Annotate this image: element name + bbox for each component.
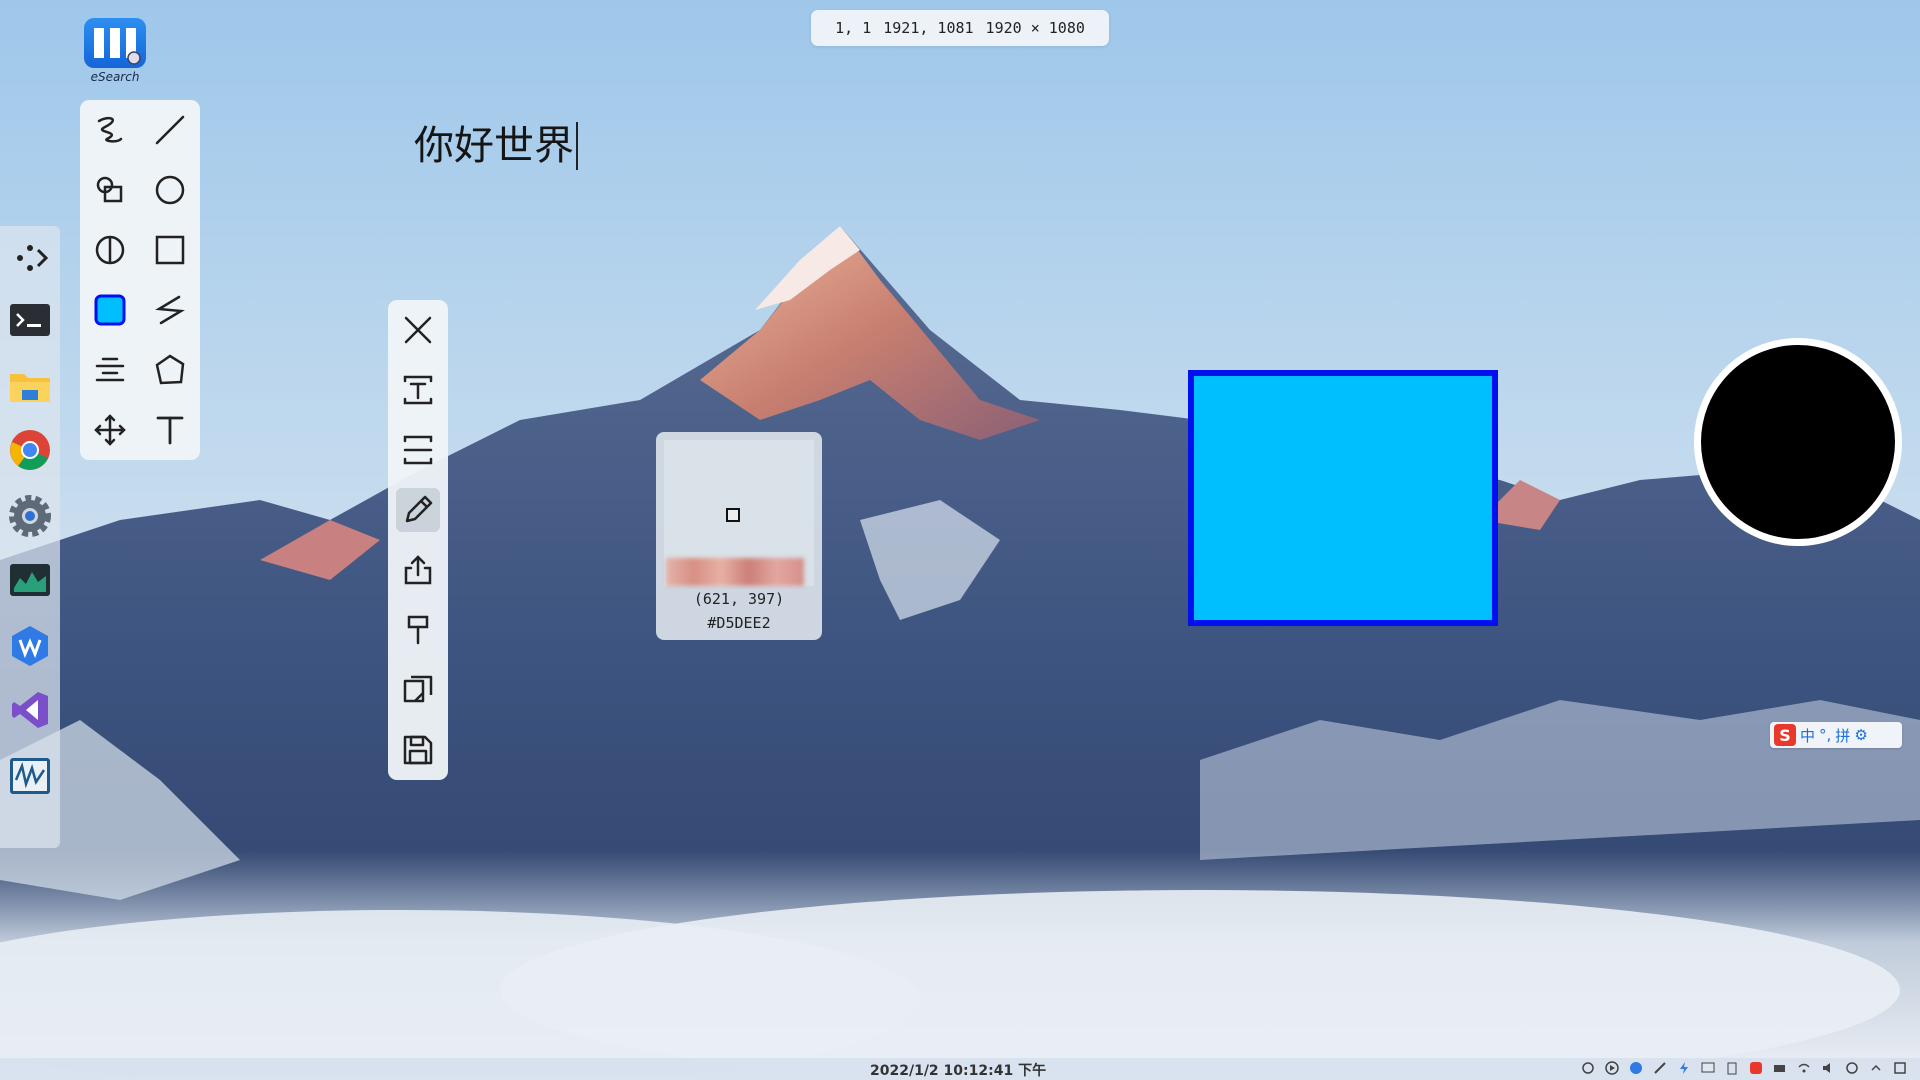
circle-icon[interactable] xyxy=(148,168,192,212)
pin-icon[interactable] xyxy=(396,608,440,652)
text-icon[interactable] xyxy=(148,408,192,452)
dots-arrow-icon[interactable] xyxy=(6,232,54,280)
copy-icon[interactable] xyxy=(396,668,440,712)
magnifier-color-hex[interactable]: #D5DEE2 xyxy=(656,614,822,632)
magnifier-pixel-strip xyxy=(666,558,804,586)
half-circle-fill-icon[interactable] xyxy=(88,228,132,272)
app-dock xyxy=(0,226,60,848)
taskbar: 2022/1/2 10:12:41 下午 xyxy=(0,1058,1920,1080)
scroll-capture-icon[interactable] xyxy=(396,428,440,472)
waveform-app-icon[interactable] xyxy=(6,752,54,800)
rectangle-icon[interactable] xyxy=(148,228,192,272)
ocr-text-icon[interactable] xyxy=(396,368,440,412)
esearch-label: eSearch xyxy=(90,70,140,84)
fill-color-swatch-icon[interactable] xyxy=(88,288,132,332)
ime-punctuation-toggle[interactable]: °, xyxy=(1819,726,1831,744)
selection-end-coord: 1921, 1081 xyxy=(883,19,974,37)
sogou-icon[interactable] xyxy=(1748,1060,1764,1076)
magnifier-crosshair xyxy=(726,508,740,522)
move-icon[interactable] xyxy=(88,408,132,452)
system-monitor-icon[interactable] xyxy=(6,556,54,604)
wifi-icon[interactable] xyxy=(1796,1060,1812,1076)
selection-start-coord: 1, 1 xyxy=(835,19,872,37)
network-icon[interactable] xyxy=(1580,1060,1596,1076)
system-tray xyxy=(1580,1060,1908,1076)
ime-toolbar: S 中 °, 拼 ⚙ xyxy=(1770,722,1902,748)
wps-icon[interactable] xyxy=(6,622,54,670)
battery-icon[interactable] xyxy=(1772,1060,1788,1076)
shapes-icon[interactable] xyxy=(88,168,132,212)
file-explorer-icon[interactable] xyxy=(6,362,54,410)
chrome-icon[interactable] xyxy=(6,426,54,474)
pencil-edit-icon[interactable] xyxy=(396,488,440,532)
taskbar-clock[interactable]: 2022/1/2 10:12:41 下午 xyxy=(870,1060,1046,1080)
action-toolbar xyxy=(388,300,448,780)
update-icon[interactable] xyxy=(1844,1060,1860,1076)
ime-language-toggle[interactable]: 中 xyxy=(1800,725,1815,746)
drawn-circle[interactable] xyxy=(1694,338,1902,546)
selection-coordinates-bar: 1, 1 1921, 1081 1920 × 1080 xyxy=(811,10,1109,46)
esearch-desktop-shortcut[interactable]: eSearch xyxy=(82,18,148,84)
flash-icon[interactable] xyxy=(1676,1060,1692,1076)
notification-icon[interactable] xyxy=(1892,1060,1908,1076)
sogou-logo-icon[interactable]: S xyxy=(1774,724,1796,746)
settings-gear-icon[interactable] xyxy=(6,492,54,540)
drawing-toolbar xyxy=(80,100,200,460)
share-icon[interactable] xyxy=(396,548,440,592)
canvas-text-annotation[interactable]: 你好世界 xyxy=(414,122,578,170)
polyline-icon[interactable] xyxy=(148,288,192,332)
color-magnifier: (621, 397) #D5DEE2 xyxy=(656,432,822,640)
volume-icon[interactable] xyxy=(1820,1060,1836,1076)
mountain-wallpaper xyxy=(0,0,1920,1080)
close-icon[interactable] xyxy=(396,308,440,352)
clipboard-icon[interactable] xyxy=(1724,1060,1740,1076)
line-icon[interactable] xyxy=(148,108,192,152)
chevron-up-icon[interactable] xyxy=(1868,1060,1884,1076)
save-icon[interactable] xyxy=(396,728,440,772)
ime-settings-icon[interactable]: ⚙ xyxy=(1854,726,1867,744)
align-center-icon[interactable] xyxy=(88,348,132,392)
browser-icon[interactable] xyxy=(1628,1060,1644,1076)
selection-size: 1920 × 1080 xyxy=(985,19,1085,37)
magnifier-coordinates: (621, 397) xyxy=(693,590,785,608)
pen-icon[interactable] xyxy=(1652,1060,1668,1076)
polygon-icon[interactable] xyxy=(148,348,192,392)
drawn-rectangle[interactable] xyxy=(1188,370,1498,626)
freehand-pen-icon[interactable] xyxy=(88,108,132,152)
esearch-app-icon xyxy=(84,18,146,68)
visual-studio-icon[interactable] xyxy=(6,686,54,734)
terminal-icon[interactable] xyxy=(6,296,54,344)
media-icon[interactable] xyxy=(1604,1060,1620,1076)
ime-pinyin-mode[interactable]: 拼 xyxy=(1835,725,1850,746)
display-icon[interactable] xyxy=(1700,1060,1716,1076)
